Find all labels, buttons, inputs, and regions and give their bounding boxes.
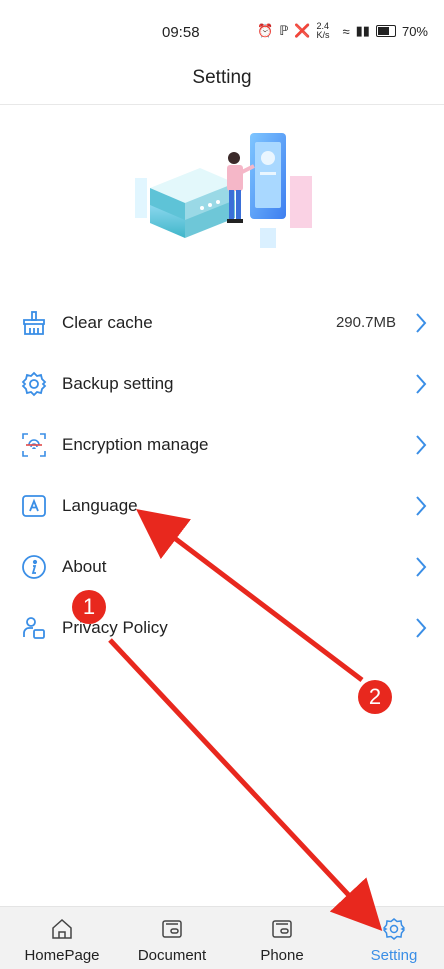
chevron-right-icon [416,556,427,577]
status-time: 09:58 [162,24,200,41]
alarm-icon: ⏰ [257,23,274,38]
phone-icon [272,920,292,938]
language-icon [20,492,48,520]
privacy-user-icon [20,614,48,642]
tab-label: HomePage [24,947,100,964]
menu-item-privacy-policy[interactable]: Privacy Policy [0,597,444,658]
mute-icon: ❌ [294,23,311,38]
chevron-right-icon [416,617,427,638]
status-icons: ⏰ ℙ ❌ 2.4 K/s ≈ ▮▮ 70% [257,22,428,40]
bluetooth-icon: ℙ [279,23,289,38]
tab-setting[interactable]: Setting [344,907,444,969]
battery-icon [375,25,396,37]
page-title: Setting [192,67,252,88]
status-bar: 09:58 ⏰ ℙ ❌ 2.4 K/s ≈ ▮▮ 70% [0,0,444,58]
menu-item-encryption-manage[interactable]: Encryption manage [0,414,444,475]
menu-label: About [62,556,107,576]
tab-label: Document [137,947,207,964]
battery-percent: 70% [401,23,428,39]
gear-icon [20,370,48,398]
home-icon [52,918,72,939]
menu-item-backup-setting[interactable]: Backup setting [0,353,444,414]
chevron-right-icon [416,495,427,516]
menu-item-clear-cache[interactable]: Clear cache 290.7MB [0,292,444,353]
broom-icon [20,309,48,337]
chevron-right-icon [416,434,427,455]
menu-label: Language [62,495,138,515]
menu-item-language[interactable]: Language [0,475,444,536]
settings-illustration [135,133,312,248]
cache-size: 290.7MB [335,314,396,331]
annotation-badge-1: 1 [72,590,106,624]
tab-phone[interactable]: Phone [232,907,332,969]
menu-label: Backup setting [62,373,174,393]
tab-document[interactable]: Document [122,907,222,969]
net-speed: 2.4 K/s [316,21,330,40]
document-icon [162,920,182,938]
menu-label: Encryption manage [62,434,209,454]
settings-menu: Clear cache 290.7MB Backup setting Encry… [0,292,444,658]
page-header: Setting [0,58,444,105]
tab-label: Phone [260,947,304,964]
chevron-right-icon [416,373,427,394]
menu-label: Clear cache [62,312,153,332]
fingerprint-icon [20,431,48,459]
gear-icon [382,918,406,940]
chevron-right-icon [416,312,427,333]
menu-item-about[interactable]: About [0,536,444,597]
annotation-badge-2: 2 [358,680,392,714]
tab-label: Setting [370,947,418,964]
wifi-icon: ≈ [342,23,350,39]
info-icon [20,553,48,581]
signal-icon: ▮▮ [355,23,370,38]
bottom-tab-bar: HomePage Document Phone Setting [0,906,444,969]
tab-homepage[interactable]: HomePage [12,907,112,969]
